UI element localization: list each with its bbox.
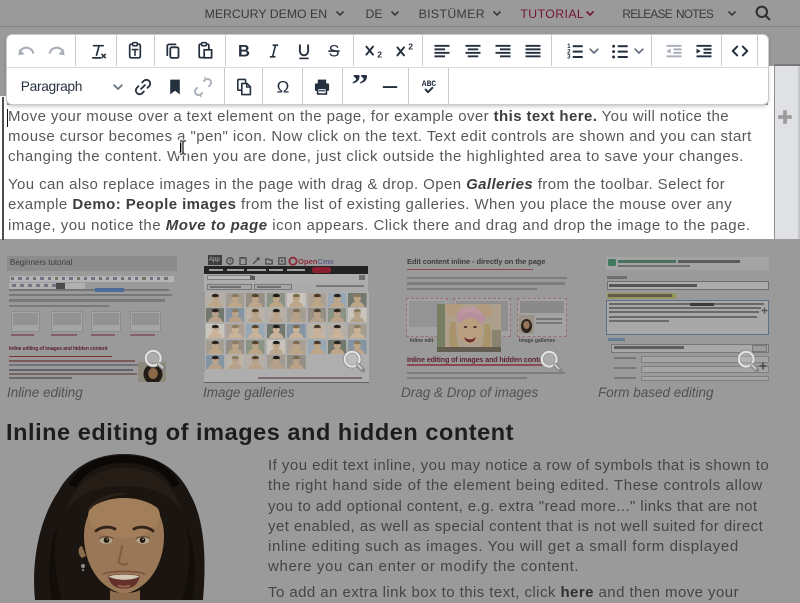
svg-text:3: 3	[567, 53, 571, 60]
svg-text:B: B	[238, 42, 250, 60]
svg-text:2: 2	[377, 49, 382, 59]
svg-text:Ω: Ω	[277, 77, 290, 96]
svg-text:”: ”	[351, 75, 368, 99]
svg-text:ABC: ABC	[422, 80, 437, 89]
svg-text:2: 2	[408, 41, 413, 51]
svg-text:OpenCms: OpenCms	[298, 257, 334, 266]
